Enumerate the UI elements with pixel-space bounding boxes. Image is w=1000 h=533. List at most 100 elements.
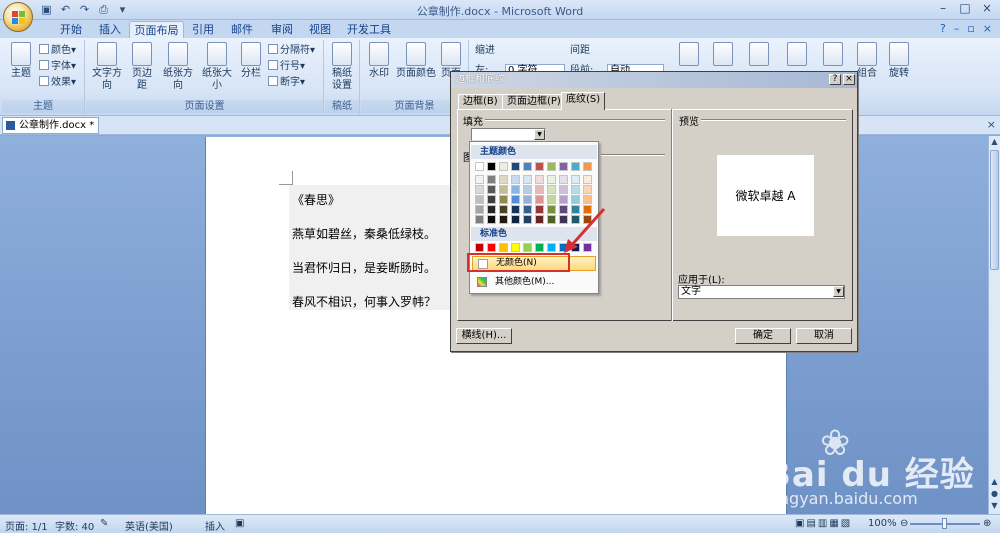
zoom-slider-knob[interactable] [942,518,947,529]
theme-shade-swatch[interactable] [511,195,520,204]
theme-color-swatch[interactable] [559,162,568,171]
theme-shade-swatch[interactable] [535,175,544,184]
theme-color-swatch[interactable] [511,162,520,171]
theme-shade-swatch[interactable] [583,185,592,194]
tab-mailings[interactable]: 邮件 [226,21,258,39]
bring-front-button[interactable] [712,42,734,68]
theme-shade-swatch[interactable] [571,185,580,194]
dialog-close-button[interactable]: × [843,74,855,85]
insert-mode[interactable]: 插入 [205,518,225,533]
theme-shade-swatch[interactable] [547,205,556,214]
theme-shade-swatch[interactable] [523,205,532,214]
theme-shade-swatch[interactable] [583,195,592,204]
theme-shade-swatch[interactable] [475,195,484,204]
theme-shade-swatch[interactable] [535,205,544,214]
theme-shade-swatch[interactable] [487,205,496,214]
tab-borders[interactable]: 边框(B) [458,94,503,109]
tab-review[interactable]: 审阅 [266,21,298,39]
ribbon-minimize-icon[interactable]: – [954,22,960,35]
theme-shade-swatch[interactable] [487,175,496,184]
standard-color-swatch[interactable] [487,243,496,252]
poem-line-2[interactable]: 当君怀归日，是妾断肠时。 [292,259,436,276]
theme-shade-swatch[interactable] [571,195,580,204]
ribbon-close-icon[interactable]: × [983,22,992,35]
theme-shade-swatch[interactable] [535,195,544,204]
theme-shade-swatch[interactable] [511,205,520,214]
theme-shade-swatch[interactable] [547,215,556,224]
theme-shade-swatch[interactable] [475,215,484,224]
theme-shade-swatch[interactable] [523,215,532,224]
next-page-icon[interactable]: ▼ [989,500,1000,512]
theme-shade-swatch[interactable] [511,175,520,184]
theme-shade-swatch[interactable] [583,175,592,184]
theme-color-swatch[interactable] [475,162,484,171]
theme-shade-swatch[interactable] [535,215,544,224]
close-window-button[interactable]: × [980,1,994,15]
paper-setup-button[interactable]: 稿纸 设置 [327,42,357,92]
theme-color-swatch[interactable] [487,162,496,171]
theme-shade-swatch[interactable] [499,205,508,214]
theme-shade-swatch[interactable] [475,185,484,194]
language-indicator[interactable]: 英语(美国) [125,518,173,533]
tab-references[interactable]: 引用 [187,21,219,39]
ribbon-restore-icon[interactable]: ▫ [967,22,974,35]
zoom-level[interactable]: 100% [868,518,897,529]
tab-shading[interactable]: 底纹(S) [561,92,606,110]
theme-shade-swatch[interactable] [475,175,484,184]
zoom-out-icon[interactable]: ⊖ [900,518,908,529]
scroll-up-icon[interactable]: ▲ [989,136,1000,148]
watermark-button[interactable]: 水印 [364,42,394,80]
poem-title[interactable]: 《春思》 [292,191,340,208]
rotate-button[interactable]: 旋转 [886,42,912,80]
page-color-button[interactable]: 页面颜色 [396,42,436,80]
paper-size-button[interactable]: 纸张大小 [198,42,236,92]
theme-shade-swatch[interactable] [499,185,508,194]
theme-color-swatch[interactable] [523,162,532,171]
breaks-button[interactable]: 分隔符▾ [268,44,315,57]
theme-shade-swatch[interactable] [535,185,544,194]
theme-shade-swatch[interactable] [475,205,484,214]
standard-color-swatch[interactable] [523,243,532,252]
office-button[interactable] [3,2,33,32]
standard-color-swatch[interactable] [475,243,484,252]
theme-shade-swatch[interactable] [523,185,532,194]
position-button[interactable] [678,42,700,68]
theme-shade-swatch[interactable] [487,185,496,194]
scrollbar-thumb[interactable] [990,150,999,270]
line-numbers-button[interactable]: 行号▾ [268,60,305,73]
select-browse-icon[interactable]: ● [989,488,1000,500]
standard-color-swatch[interactable] [511,243,520,252]
tab-home[interactable]: 开始 [55,21,87,39]
theme-shade-swatch[interactable] [511,185,520,194]
theme-color-swatch[interactable] [535,162,544,171]
theme-shade-swatch[interactable] [547,175,556,184]
theme-shade-swatch[interactable] [499,175,508,184]
margins-button[interactable]: 页边距 [128,42,156,92]
theme-shade-swatch[interactable] [499,215,508,224]
zoom-in-icon[interactable]: ⊕ [983,518,991,529]
tab-view[interactable]: 视图 [304,21,336,39]
macro-record-icon[interactable]: ▣ [235,518,244,529]
theme-shade-swatch[interactable] [511,215,520,224]
maximize-button[interactable]: □ [958,1,972,15]
minimize-button[interactable]: – [936,1,950,15]
theme-shade-swatch[interactable] [547,195,556,204]
theme-shade-swatch[interactable] [487,215,496,224]
fill-color-combo[interactable]: ▼ [471,128,546,141]
theme-shade-swatch[interactable] [547,185,556,194]
theme-color-swatch[interactable] [571,162,580,171]
send-back-button[interactable] [748,42,770,68]
theme-shade-swatch[interactable] [571,175,580,184]
word-count[interactable]: 字数: 40 [55,518,94,533]
text-wrap-button[interactable] [786,42,808,68]
standard-color-swatch[interactable] [535,243,544,252]
theme-color-swatch[interactable] [547,162,556,171]
tab-page-layout[interactable]: 页面布局 [129,21,184,39]
theme-shade-swatch[interactable] [523,195,532,204]
theme-shade-swatch[interactable] [559,185,568,194]
apply-to-combo[interactable]: 文字 ▼ [678,285,845,299]
apply-to-arrow-icon[interactable]: ▼ [833,286,844,297]
align-button[interactable] [822,42,844,68]
horizontal-line-button[interactable]: 横线(H)... [456,328,512,344]
dialog-help-button[interactable]: ? [829,74,841,85]
